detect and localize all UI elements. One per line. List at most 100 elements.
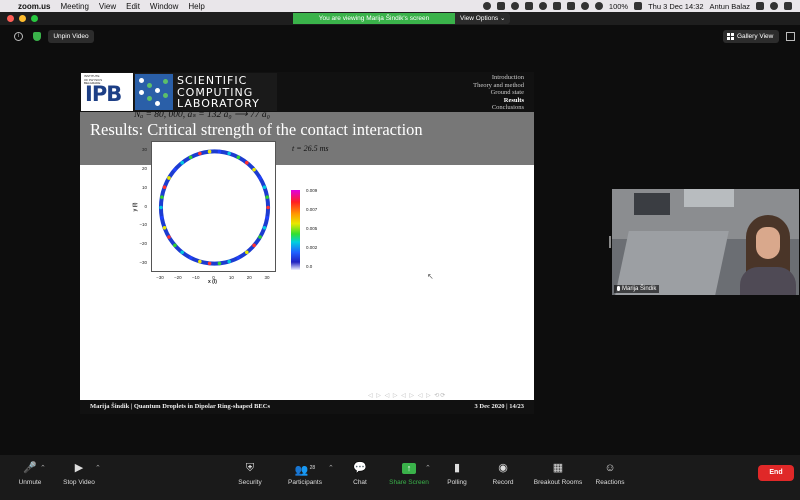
droplet-mark [188, 255, 193, 260]
video-panel-drag-handle[interactable] [609, 236, 611, 248]
flag-icon[interactable] [756, 2, 764, 10]
mouse-cursor-icon: ↖ [427, 272, 434, 281]
y-tick-label: 10 [141, 184, 147, 190]
breakout-rooms-button[interactable]: ▦ Breakout Rooms [528, 461, 588, 495]
viber-icon[interactable] [510, 2, 519, 10]
droplet-mark [173, 243, 177, 248]
y-tick-label: −30 [139, 259, 147, 265]
reactions-button[interactable]: ☺ Reactions [580, 461, 640, 495]
sync-icon[interactable] [538, 2, 547, 10]
speaker-name-tag: Marija Šindik [614, 284, 660, 293]
slide-formula: Nₐ = 80, 000, aₛ = 132 a₀ ⟶ 77 a₀ [134, 110, 270, 120]
slide-footer: Marija Šindik | Quantum Droplets in Dipo… [80, 400, 534, 414]
density-plot [151, 141, 276, 272]
scl-logo: SCIENTIFIC COMPUTING LABORATORY [134, 73, 277, 111]
y-tick-label: 30 [141, 147, 147, 153]
y-axis-label: y (l) [132, 202, 139, 212]
x-axis-label: x (l) [208, 279, 217, 285]
droplet-mark [207, 149, 212, 154]
close-window-button[interactable] [7, 15, 14, 22]
slide-section-nav: Introduction Theory and method Ground st… [473, 74, 524, 112]
menu-help[interactable]: Help [188, 2, 204, 11]
gallery-grid-icon [727, 33, 734, 40]
battery-icon[interactable] [634, 2, 643, 10]
viewing-screen-banner: You are viewing Marija Šindik's screen [293, 13, 455, 24]
droplet-mark [207, 261, 212, 266]
droplet-mark [167, 235, 171, 239]
volume-icon[interactable] [566, 2, 575, 10]
grid-icon: ▦ [552, 462, 564, 474]
user-name[interactable]: Antun Balaz [710, 2, 750, 11]
x-tick-label: 20 [246, 275, 252, 280]
audio-options-chevron-icon[interactable]: ⌃ [40, 464, 46, 472]
info-icon[interactable]: i [14, 32, 23, 41]
participants-icon: 👥28 [294, 464, 316, 477]
droplet-mark [236, 155, 241, 160]
control-center-icon[interactable] [784, 2, 792, 10]
end-meeting-button[interactable]: End [758, 465, 794, 481]
minimize-window-button[interactable] [19, 15, 26, 22]
droplet-mark [162, 185, 167, 190]
unpin-video-button[interactable]: Unpin Video [48, 30, 94, 43]
clock[interactable]: Thu 3 Dec 14:32 [648, 2, 703, 11]
menu-edit[interactable]: Edit [126, 2, 140, 11]
droplet-mark [266, 205, 270, 210]
nav-conclusions: Conclusions [491, 104, 524, 111]
droplet-mark [258, 176, 262, 180]
colorbar-tick-label: 0.009 [306, 188, 318, 193]
video-options-chevron-icon[interactable]: ⌃ [95, 464, 101, 472]
view-options-button[interactable]: View Options ⌄ [455, 13, 510, 24]
menu-meeting[interactable]: Meeting [60, 2, 88, 11]
screen-icon[interactable] [552, 2, 561, 10]
y-tick-label: −10 [139, 222, 147, 228]
zoom-status-icon[interactable] [496, 2, 505, 10]
search-icon[interactable] [770, 2, 778, 10]
x-tick-label: 30 [264, 275, 270, 280]
droplet-mark [244, 160, 249, 165]
skype-icon[interactable] [482, 2, 491, 10]
slide-footer-date: 3 Dec 2020 | 14/23 [474, 403, 524, 410]
beamer-navigation[interactable]: ◁ ▷ ◁ ▷ ◁ ▷ ◁ ▷ ⟲⟳ [368, 392, 446, 399]
colorbar-tick-label: 0.0 [306, 264, 313, 269]
slide-header: INSTITUTE OF PHYSICS BELGRADE IPB SCIENT… [80, 72, 534, 112]
bluetooth-icon[interactable] [580, 2, 589, 10]
menu-window[interactable]: Window [150, 2, 178, 11]
droplet-mark [217, 149, 222, 154]
wifi-icon[interactable] [594, 2, 603, 10]
participants-button[interactable]: 👥28 Participants [275, 461, 335, 495]
app-status-icon[interactable] [524, 2, 533, 10]
droplet-mark [188, 155, 193, 160]
nav-ground-state: Ground state [490, 89, 524, 96]
speaker-video-tile[interactable]: Marija Šindik [612, 189, 799, 295]
menu-view[interactable]: View [99, 2, 116, 11]
app-menu[interactable]: zoom.us [18, 2, 50, 11]
droplet-mark [265, 195, 269, 199]
droplet-mark [160, 195, 164, 199]
nav-results: Results [503, 96, 524, 104]
fullscreen-window-button[interactable] [31, 15, 38, 22]
scl-logo-mark [135, 74, 173, 110]
y-tick-label: −20 [139, 240, 147, 246]
fullscreen-icon[interactable] [786, 32, 795, 41]
window-titlebar: You are viewing Marija Šindik's screen V… [0, 12, 800, 25]
slide-title: Results: Critical strength of the contac… [90, 120, 423, 139]
slide-footer-author: Marija Šindik | Quantum Droplets in Dipo… [90, 403, 270, 410]
droplet-mark [227, 151, 231, 156]
colorbar-tick-label: 0.007 [306, 207, 318, 212]
security-button[interactable]: ⛨ Security [220, 461, 280, 495]
droplet-mark [198, 259, 202, 264]
droplet-mark [236, 255, 241, 260]
droplet-mark [227, 259, 231, 264]
gallery-view-button[interactable]: Gallery View [723, 30, 779, 43]
droplet-mark [159, 205, 163, 210]
droplet-mark [198, 151, 202, 156]
encryption-shield-icon[interactable] [33, 32, 41, 41]
shared-slide: INSTITUTE OF PHYSICS BELGRADE IPB SCIENT… [80, 72, 534, 414]
x-tick-label: −30 [156, 275, 164, 280]
macos-menubar: zoom.us Meeting View Edit Window Help 10… [0, 0, 800, 12]
droplet-mark [262, 185, 267, 190]
record-button[interactable]: ◉ Record [473, 461, 533, 495]
x-tick-label: −10 [191, 275, 200, 280]
battery-percent[interactable]: 100% [609, 2, 628, 11]
x-tick-label: −20 [173, 275, 182, 280]
